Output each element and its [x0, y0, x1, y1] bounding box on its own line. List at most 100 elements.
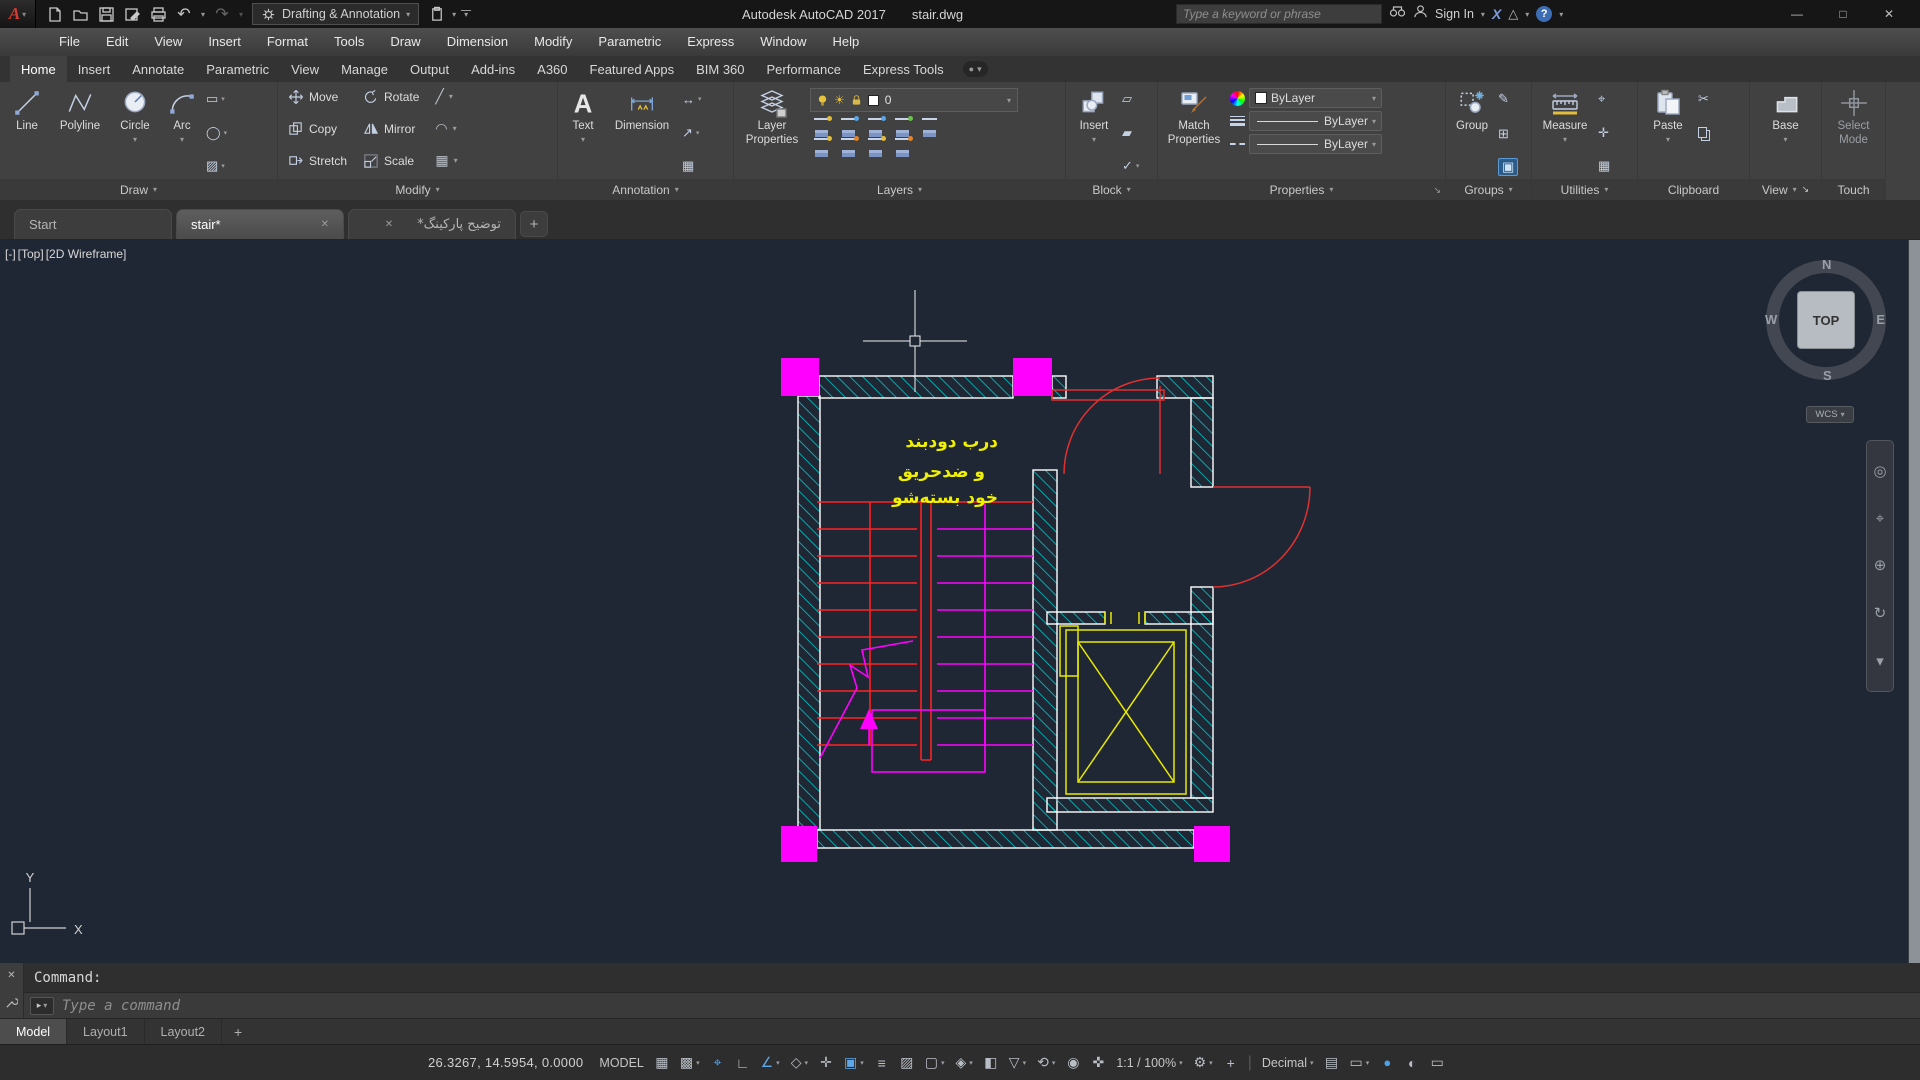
dynamic-ucs-toggle[interactable]: ◧: [979, 1050, 1003, 1076]
compass-east[interactable]: E: [1876, 312, 1885, 327]
undo-caret-icon[interactable]: ▾: [198, 10, 208, 19]
menu-format[interactable]: Format: [254, 28, 321, 56]
file-tab-parking[interactable]: توضیح پارکینگ*✕: [348, 209, 516, 239]
save-button[interactable]: [94, 3, 118, 25]
tab-annotate[interactable]: Annotate: [121, 56, 195, 82]
select-mode-button[interactable]: Select Mode: [1828, 86, 1880, 179]
customization-button[interactable]: +: [1219, 1050, 1243, 1076]
save-as-button[interactable]: [120, 3, 144, 25]
close-button[interactable]: ✕: [1866, 7, 1912, 21]
selection-filtering-toggle[interactable]: ▽▾: [1004, 1050, 1031, 1076]
copy-button[interactable]: Copy: [282, 116, 353, 141]
gizmo-toggle[interactable]: ⟲▾: [1032, 1050, 1060, 1076]
open-file-button[interactable]: [68, 3, 92, 25]
scale-button[interactable]: Scale: [357, 148, 425, 173]
properties-dialog-launcher-icon[interactable]: ↘: [1433, 185, 1441, 196]
selection-cycling-toggle[interactable]: ▢▾: [920, 1050, 950, 1076]
viewcube[interactable]: N S W E TOP: [1766, 260, 1886, 380]
rectangle-tool-button[interactable]: ▭▾: [206, 89, 227, 109]
polyline-button[interactable]: Polyline: [52, 86, 108, 179]
drawing-area[interactable]: درب دودبند و ضدحریق خود بسته‌شو Y X [-] …: [0, 240, 1920, 963]
isolate-objects-toggle[interactable]: ◐: [1400, 1050, 1424, 1076]
hatch-tool-button[interactable]: ▨▾: [206, 156, 227, 176]
graphics-performance-toggle[interactable]: ●: [1375, 1050, 1399, 1076]
dimension-button[interactable]: Dimension: [606, 86, 678, 179]
tab-output[interactable]: Output: [399, 56, 460, 82]
layer-on-icon[interactable]: [868, 138, 883, 150]
linetype-dropdown[interactable]: ByLayer ▾: [1249, 134, 1382, 154]
mirror-button[interactable]: Mirror: [357, 116, 425, 141]
tab-insert[interactable]: Insert: [67, 56, 122, 82]
ortho-toggle[interactable]: ∟: [731, 1050, 755, 1076]
menu-express[interactable]: Express: [674, 28, 747, 56]
a360-icon[interactable]: △: [1508, 6, 1518, 22]
a360-caret-icon[interactable]: ▾: [1525, 10, 1529, 19]
menu-view[interactable]: View: [141, 28, 195, 56]
dimension-tool-button[interactable]: ↔▾: [682, 89, 702, 109]
minimize-button[interactable]: —: [1774, 7, 1820, 21]
menu-tools[interactable]: Tools: [321, 28, 377, 56]
layer-lock-icon[interactable]: [895, 118, 910, 130]
table-tool-button[interactable]: ▦: [682, 156, 702, 176]
compass-south[interactable]: S: [1823, 368, 1832, 383]
qat-clipboard-button[interactable]: [425, 3, 449, 25]
layer-freeze-icon[interactable]: [814, 118, 829, 130]
point-button[interactable]: ✛: [1598, 123, 1610, 143]
menu-modify[interactable]: Modify: [521, 28, 585, 56]
text-button[interactable]: A Text▾: [562, 86, 604, 179]
lineweight-dropdown[interactable]: ByLayer ▾: [1249, 111, 1382, 131]
layer-isolate-icon[interactable]: [841, 118, 856, 130]
tab-view[interactable]: View: [280, 56, 330, 82]
menu-window[interactable]: Window: [747, 28, 819, 56]
viewcube-top-face[interactable]: TOP: [1797, 291, 1855, 349]
paste-button[interactable]: Paste▾: [1642, 86, 1694, 179]
navbar-more-icon[interactable]: ▾: [1876, 652, 1884, 670]
line-button[interactable]: Line: [4, 86, 50, 179]
panel-label-block[interactable]: Block▾: [1066, 179, 1157, 200]
exchange-apps-icon[interactable]: X: [1492, 6, 1501, 22]
autoscale-toggle[interactable]: ✜: [1086, 1050, 1110, 1076]
tab-add-ins[interactable]: Add-ins: [460, 56, 526, 82]
layer-thaw-icon[interactable]: [814, 138, 829, 150]
menu-draw[interactable]: Draw: [377, 28, 433, 56]
panel-label-utilities[interactable]: Utilities▾: [1532, 179, 1637, 200]
panel-label-layers[interactable]: Layers▾: [734, 179, 1065, 200]
layer-dropdown[interactable]: ☀ 0 ▾: [810, 88, 1018, 112]
block-attributes-button[interactable]: ▰: [1122, 123, 1139, 143]
menu-help[interactable]: Help: [820, 28, 873, 56]
view-control-button[interactable]: [Top]: [18, 247, 44, 261]
group-edit-button[interactable]: ✎: [1498, 89, 1518, 109]
panel-label-properties[interactable]: Properties▾: [1158, 179, 1445, 200]
maximize-button[interactable]: □: [1820, 7, 1866, 21]
search-button[interactable]: [1389, 4, 1406, 24]
wcs-dropdown[interactable]: WCS▾: [1806, 406, 1854, 423]
undo-button[interactable]: ↶: [172, 3, 196, 25]
object-snap-toggle[interactable]: ▣▾: [839, 1050, 869, 1076]
tab-a360[interactable]: A360: [526, 56, 578, 82]
tab-express-tools[interactable]: Express Tools: [852, 56, 955, 82]
measure-button[interactable]: Measure▾: [1536, 86, 1594, 179]
menu-edit[interactable]: Edit: [93, 28, 141, 56]
tab-model[interactable]: Model: [0, 1019, 67, 1044]
clean-screen-toggle[interactable]: ▭: [1425, 1050, 1449, 1076]
3d-object-snap-toggle[interactable]: ◈▾: [950, 1050, 977, 1076]
quick-calc-button[interactable]: ▦: [1598, 156, 1610, 176]
workspace-switching-button[interactable]: ⚙▾: [1189, 1050, 1218, 1076]
customize-command-icon[interactable]: [5, 996, 18, 1009]
orbit-icon[interactable]: ↻: [1874, 604, 1887, 622]
panel-label-annotation[interactable]: Annotation▾: [558, 179, 733, 200]
layer-properties-button[interactable]: Layer Properties: [738, 86, 806, 179]
file-tab-start[interactable]: Start: [14, 209, 172, 239]
file-tab-stair[interactable]: stair*✕: [176, 209, 344, 239]
cut-button[interactable]: ✂: [1698, 89, 1711, 109]
visual-style-button[interactable]: [2D Wireframe]: [46, 247, 127, 261]
annotation-visibility-toggle[interactable]: ◉: [1061, 1050, 1085, 1076]
close-icon[interactable]: ✕: [385, 219, 393, 230]
menu-dimension[interactable]: Dimension: [434, 28, 521, 56]
array-button[interactable]: ▦▾: [429, 148, 463, 173]
panel-label-draw[interactable]: Draw▾: [0, 179, 277, 200]
group-selection-toggle[interactable]: ▣: [1498, 158, 1518, 176]
fillet-button[interactable]: ◠▾: [429, 116, 463, 141]
annotation-scale-button[interactable]: 1:1 / 100%▾: [1111, 1050, 1187, 1076]
isodraft-toggle[interactable]: ◇▾: [786, 1050, 813, 1076]
